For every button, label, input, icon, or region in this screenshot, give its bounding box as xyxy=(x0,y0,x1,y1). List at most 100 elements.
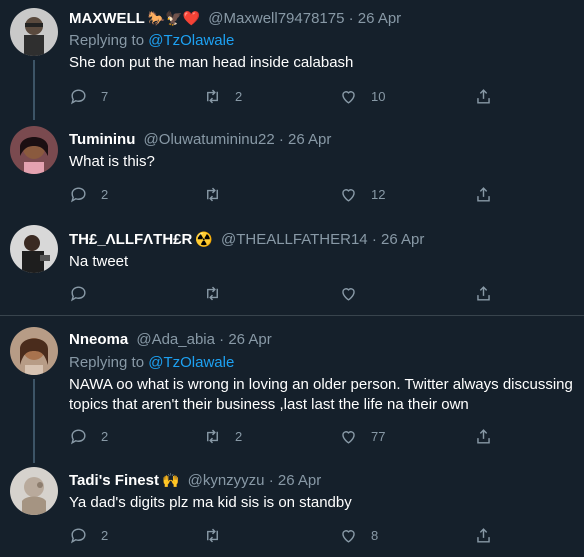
retweet-button[interactable] xyxy=(203,525,235,545)
avatar[interactable] xyxy=(10,467,58,515)
replying-label: Replying to xyxy=(69,32,145,49)
handle[interactable]: @Oluwatumininu22 xyxy=(144,131,275,148)
reply-icon xyxy=(70,88,86,104)
display-name[interactable]: Tadi's Finest xyxy=(69,472,159,489)
retweet-icon xyxy=(207,429,218,443)
timestamp[interactable]: 26 Apr xyxy=(381,231,424,248)
tweet-actions: 2 2 77 xyxy=(69,426,509,446)
share-icon xyxy=(477,527,490,543)
retweet-button[interactable] xyxy=(203,184,235,204)
share-button[interactable] xyxy=(474,184,493,204)
separator: · xyxy=(348,10,354,27)
handle[interactable]: @THEALLFATHER14 xyxy=(221,231,368,248)
retweet-icon xyxy=(207,528,218,542)
share-button[interactable] xyxy=(474,426,493,446)
heart-icon xyxy=(342,188,355,202)
replying-to: Replying to @TzOlawale xyxy=(69,354,234,372)
handle[interactable]: @Maxwell79478175 xyxy=(208,10,344,27)
retweet-icon xyxy=(207,286,218,300)
reply-icon xyxy=(70,428,86,444)
retweet-button[interactable] xyxy=(203,283,235,303)
heart-icon xyxy=(342,430,355,444)
like-button[interactable]: 8 xyxy=(339,525,378,545)
tweet-header: Tumininu @Oluwatumininu22 · 26 Apr xyxy=(69,131,574,149)
reply-icon xyxy=(70,186,86,202)
tweet[interactable]: MAXWELL 🐎🦅❤️ @Maxwell79478175 · 26 Apr Re… xyxy=(0,0,584,120)
avatar[interactable] xyxy=(10,126,58,174)
timestamp[interactable]: 26 Apr xyxy=(358,10,401,27)
tweet-header: MAXWELL 🐎🦅❤️ @Maxwell79478175 · 26 Apr xyxy=(69,9,574,28)
reply-feed: MAXWELL 🐎🦅❤️ @Maxwell79478175 · 26 Apr Re… xyxy=(0,0,584,557)
reply-button[interactable]: 2 xyxy=(69,426,108,446)
avatar[interactable] xyxy=(10,8,58,56)
like-count: 10 xyxy=(371,88,386,104)
retweet-count: 2 xyxy=(235,88,243,104)
heart-icon xyxy=(342,529,355,543)
tweet-text: What is this? xyxy=(69,153,155,170)
tweet[interactable]: TH£_ΛLLFΛTH£R ☢️ @THEALLFATHER14 · 26 Apr… xyxy=(0,217,584,316)
separator: · xyxy=(219,331,225,348)
tweet-actions: 7 2 10 xyxy=(69,86,509,106)
mention-link[interactable]: @TzOlawale xyxy=(148,32,234,49)
timestamp[interactable]: 26 Apr xyxy=(228,331,271,348)
tweet-text: She don put the man head inside calabash xyxy=(69,54,354,71)
share-button[interactable] xyxy=(474,525,493,545)
reply-count: 2 xyxy=(101,428,109,444)
tweet-text: Na tweet xyxy=(69,253,129,270)
tweet-actions xyxy=(69,283,509,303)
share-icon xyxy=(477,428,490,444)
separator: · xyxy=(371,231,377,248)
timestamp[interactable]: 26 Apr xyxy=(278,472,321,489)
tweet-actions: 2 12 xyxy=(69,184,509,204)
reply-icon xyxy=(70,527,86,543)
tweet-actions: 2 8 xyxy=(69,525,509,545)
display-name[interactable]: MAXWELL xyxy=(69,10,145,27)
share-button[interactable] xyxy=(474,86,493,106)
display-name[interactable]: TH£_ΛLLFΛTH£R xyxy=(69,231,192,248)
name-emoji: ☢️ xyxy=(195,231,213,247)
like-count: 12 xyxy=(371,186,386,202)
tweet[interactable]: Tumininu @Oluwatumininu22 · 26 Apr What … xyxy=(0,118,584,216)
like-count: 77 xyxy=(371,428,386,444)
reply-button[interactable] xyxy=(69,283,101,303)
retweet-button[interactable]: 2 xyxy=(203,86,242,106)
name-emoji: 🙌 xyxy=(161,472,180,488)
timestamp[interactable]: 26 Apr xyxy=(288,131,331,148)
tweet[interactable]: Nneoma @Ada_abia · 26 Apr Replying to @T… xyxy=(0,319,584,463)
display-name[interactable]: Tumininu xyxy=(69,131,135,148)
heart-icon xyxy=(342,287,355,301)
avatar[interactable] xyxy=(10,327,58,375)
tweet[interactable]: Tadi's Finest 🙌 @kynzyyzu · 26 Apr Ya dad… xyxy=(0,459,584,557)
tweet-header: TH£_ΛLLFΛTH£R ☢️ @THEALLFATHER14 · 26 Apr xyxy=(69,230,574,249)
reply-button[interactable]: 2 xyxy=(69,525,108,545)
retweet-button[interactable]: 2 xyxy=(203,426,242,446)
reply-button[interactable]: 7 xyxy=(69,86,108,106)
avatar[interactable] xyxy=(10,225,58,273)
share-icon xyxy=(477,88,490,104)
mention-link[interactable]: @TzOlawale xyxy=(148,354,234,371)
tweet-text: Ya dad's digits plz ma kid sis is on sta… xyxy=(69,494,352,511)
heart-icon xyxy=(342,90,355,104)
reply-button[interactable]: 2 xyxy=(69,184,108,204)
separator: · xyxy=(278,131,284,148)
reply-count: 7 xyxy=(101,88,109,104)
share-button[interactable] xyxy=(474,283,493,303)
separator: · xyxy=(268,472,274,489)
tweet-header: Tadi's Finest 🙌 @kynzyyzu · 26 Apr xyxy=(69,471,574,490)
reply-count: 2 xyxy=(101,527,109,543)
like-button[interactable]: 10 xyxy=(339,86,385,106)
thread-line xyxy=(33,379,35,463)
like-button[interactable]: 77 xyxy=(339,426,385,446)
display-name[interactable]: Nneoma xyxy=(69,331,128,348)
like-button[interactable] xyxy=(339,283,371,303)
retweet-icon xyxy=(207,187,218,201)
replying-label: Replying to xyxy=(69,354,145,371)
like-button[interactable]: 12 xyxy=(339,184,385,204)
like-count: 8 xyxy=(371,527,379,543)
handle[interactable]: @Ada_abia xyxy=(136,331,215,348)
thread-line xyxy=(33,60,35,120)
share-icon xyxy=(477,186,490,202)
share-icon xyxy=(477,285,490,301)
handle[interactable]: @kynzyyzu xyxy=(188,472,265,489)
reply-icon xyxy=(70,285,86,301)
